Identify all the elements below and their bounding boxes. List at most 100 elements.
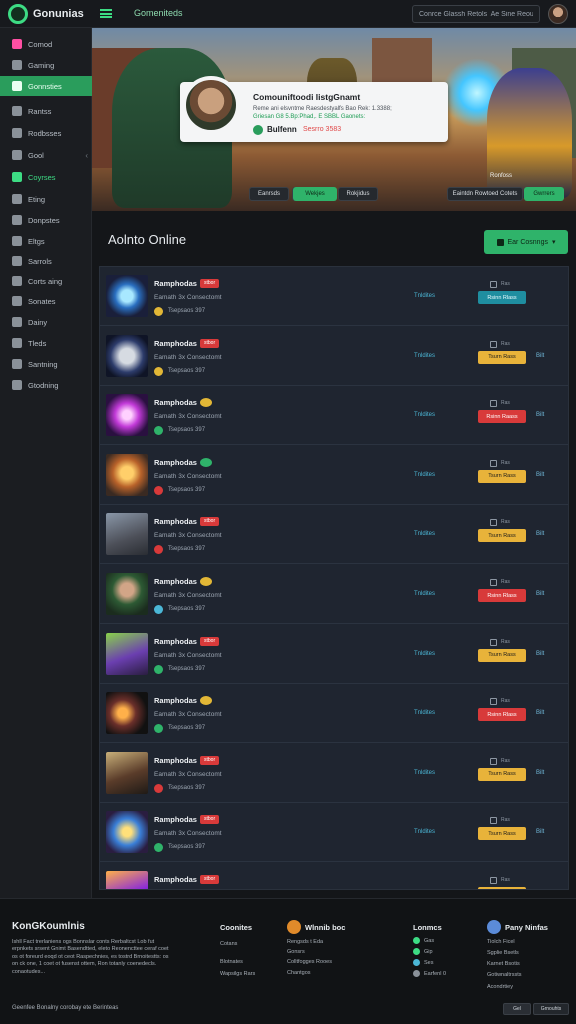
footer-button-b[interactable]: Grnouhts bbox=[533, 1003, 569, 1015]
row-extra[interactable]: Bilt bbox=[536, 770, 544, 776]
sidebar-item-corts-aing[interactable]: Corts aing bbox=[0, 271, 92, 291]
row-category[interactable]: Tnldites bbox=[414, 472, 435, 478]
sidebar-item-sarrols[interactable]: Sarrols bbox=[0, 251, 92, 271]
list-item[interactable]: RamphodasstborEamath 3x ConsectomtTsepsa… bbox=[100, 505, 568, 565]
row-action-button[interactable]: Rsinn Rlass bbox=[478, 589, 526, 602]
row-extra[interactable]: Bilt bbox=[536, 531, 544, 537]
footer-link[interactable]: Sgplie Bsetls bbox=[487, 950, 519, 956]
footer-link[interactable]: Tiolch Ficel bbox=[487, 939, 515, 945]
game-thumbnail[interactable] bbox=[106, 692, 148, 735]
footer-link[interactable]: Karnet Bsotis bbox=[487, 961, 520, 967]
row-category[interactable]: Tnldites bbox=[414, 710, 435, 716]
sidebar-item-santning[interactable]: Santning bbox=[0, 354, 92, 374]
row-action-button[interactable]: Tsurn Rass bbox=[478, 469, 526, 483]
row-action-button[interactable]: Tsurn Rass bbox=[478, 648, 526, 662]
footer-link[interactable]: Earfenl 0 bbox=[424, 971, 446, 977]
list-item[interactable]: Ramphodas Eamath 3x Consectomt Tsepsaos 39… bbox=[100, 446, 568, 505]
footer-link[interactable]: Colltfogges Rooes bbox=[287, 959, 332, 965]
row-action-button[interactable]: Rsinn Rlass bbox=[478, 291, 526, 304]
row-extra[interactable]: Bilt bbox=[536, 412, 544, 418]
sidebar-item-gaming[interactable]: Gaming bbox=[0, 55, 92, 75]
row-extra[interactable]: Bilt bbox=[536, 710, 544, 716]
hero-chip[interactable]: Rokjidus bbox=[338, 187, 378, 201]
row-extra[interactable]: Bilt bbox=[536, 353, 544, 359]
hero-right-chip-active[interactable]: Gwrrers bbox=[524, 187, 564, 201]
hero-right-chip[interactable]: Eaintdn Rowtoed Cotets bbox=[447, 187, 523, 201]
game-thumbnail[interactable] bbox=[106, 871, 148, 889]
row-category[interactable]: Tnldites bbox=[414, 829, 435, 835]
list-item[interactable]: RamphodasstborEamath 3x ConsectomtTsepsa… bbox=[100, 625, 568, 684]
sidebar-item-rantss[interactable]: Rantss bbox=[0, 101, 92, 121]
sidebar-item-donpstes[interactable]: Donpstes bbox=[0, 210, 92, 230]
footer-link[interactable]: Wapsilgs Rars bbox=[220, 971, 255, 977]
footer-link[interactable]: Ses bbox=[424, 960, 433, 966]
game-thumbnail[interactable] bbox=[106, 632, 148, 675]
user-avatar[interactable] bbox=[548, 4, 568, 24]
game-thumbnail[interactable] bbox=[106, 453, 148, 496]
breadcrumb[interactable]: Gomeniteds bbox=[134, 8, 183, 18]
list-item[interactable]: RamphodasstborEamath 3x ConsectomtTsepsa… bbox=[100, 744, 568, 803]
game-thumbnail[interactable] bbox=[106, 811, 148, 854]
footer-link[interactable]: Gotiwnaltrssts bbox=[487, 972, 522, 978]
list-item[interactable]: RamphodasstborEamath 3x ConsectomtTsepsa… bbox=[100, 803, 568, 863]
hamburger-menu-icon[interactable] bbox=[100, 9, 112, 18]
game-thumbnail[interactable] bbox=[106, 275, 148, 317]
list-item[interactable]: Ramphodas Eamath 3x Consectomt Tsepsaos 39… bbox=[100, 565, 568, 624]
row-extra[interactable]: Bilt bbox=[536, 889, 544, 890]
sidebar-item-tleds[interactable]: Tleds bbox=[0, 333, 92, 353]
sidebar-item-comod[interactable]: Comod bbox=[0, 34, 92, 54]
sidebar-item-gtodning[interactable]: Gtodning bbox=[0, 375, 92, 395]
row-action-button[interactable]: Rsinn Rlass bbox=[478, 708, 526, 722]
footer-link[interactable]: Acondrtiey bbox=[487, 984, 513, 990]
list-item[interactable]: RamphodasstborEamath 3x ConsectomtTsepsa… bbox=[100, 863, 568, 890]
list-item[interactable]: Ramphodas Eamath 3x Consectomt Tsepsaos 39… bbox=[100, 386, 568, 446]
row-category[interactable]: Tnldites bbox=[414, 412, 435, 418]
row-category[interactable]: Tnldites bbox=[414, 591, 435, 597]
game-thumbnail[interactable] bbox=[106, 751, 148, 794]
game-thumbnail[interactable] bbox=[106, 573, 148, 615]
row-extra[interactable]: Bilt bbox=[536, 591, 544, 597]
profile-avatar[interactable] bbox=[182, 76, 240, 134]
row-extra[interactable]: Bilt bbox=[536, 829, 544, 835]
list-item[interactable]: RamphodasstborEamath 3x ConsectomtTsepsa… bbox=[100, 267, 568, 326]
sidebar-item-coyrses[interactable]: Coyrses bbox=[0, 167, 92, 187]
sidebar-item-gonnsties[interactable]: Gonnsties bbox=[0, 76, 92, 96]
row-category[interactable]: Tnldites bbox=[414, 770, 435, 776]
row-category[interactable]: Tnldites bbox=[414, 651, 435, 657]
row-action-button[interactable]: Tsurn Rass bbox=[478, 887, 526, 889]
hero-chip[interactable]: Eanrsds bbox=[249, 187, 289, 201]
hero-chip-active[interactable]: Wekjes bbox=[293, 187, 337, 201]
row-category[interactable]: Tnldites bbox=[414, 293, 435, 299]
footer-link[interactable]: Chantgos bbox=[287, 970, 311, 976]
row-action-button[interactable]: Rsinn Raass bbox=[478, 410, 526, 424]
row-extra[interactable]: Bilt bbox=[536, 472, 544, 478]
row-category[interactable]: Tnldites bbox=[414, 353, 435, 359]
sidebar-item-eltgs[interactable]: Eltgs bbox=[0, 231, 92, 251]
sidebar-item-eting[interactable]: Eting bbox=[0, 189, 92, 209]
list-item[interactable]: RamphodasstborEamath 3x ConsectomtTsepsa… bbox=[100, 327, 568, 386]
footer-link[interactable]: Gas bbox=[424, 938, 434, 944]
footer-link[interactable]: Rengsds t Eda bbox=[287, 939, 323, 945]
row-action-button[interactable]: Tsurn Rass bbox=[478, 529, 526, 543]
sidebar-item-dainy[interactable]: Dainy bbox=[0, 312, 92, 332]
search-input[interactable] bbox=[412, 5, 540, 23]
list-item[interactable]: Ramphodas Eamath 3x Consectomt Tsepsaos 39… bbox=[100, 684, 568, 744]
row-category[interactable]: Tnldites bbox=[414, 531, 435, 537]
sidebar-item-rodbsses[interactable]: Rodbsses bbox=[0, 123, 92, 143]
row-extra[interactable]: Bilt bbox=[536, 651, 544, 657]
row-action-button[interactable]: Tsurn Rass bbox=[478, 350, 526, 364]
footer-button-a[interactable]: Gel bbox=[503, 1003, 531, 1015]
footer-link[interactable]: Gip bbox=[424, 949, 433, 955]
game-thumbnail[interactable] bbox=[106, 334, 148, 377]
chevron-left-icon[interactable]: ‹ bbox=[85, 151, 88, 160]
app-logo[interactable]: Gonunias bbox=[8, 4, 84, 24]
row-action-button[interactable]: Tsurn Rass bbox=[478, 827, 526, 841]
game-thumbnail[interactable] bbox=[106, 513, 148, 556]
row-action-button[interactable]: Tsurn Rass bbox=[478, 767, 526, 781]
sidebar-item-gool[interactable]: Gool ‹ bbox=[0, 145, 92, 165]
footer-link[interactable]: Blotnates bbox=[220, 959, 243, 965]
sidebar-item-sonates[interactable]: Sonates bbox=[0, 291, 92, 311]
footer-link[interactable]: Cotans bbox=[220, 941, 237, 947]
row-category[interactable]: Tnldites bbox=[414, 889, 435, 890]
footer-link[interactable]: Gonsrs bbox=[287, 949, 305, 955]
